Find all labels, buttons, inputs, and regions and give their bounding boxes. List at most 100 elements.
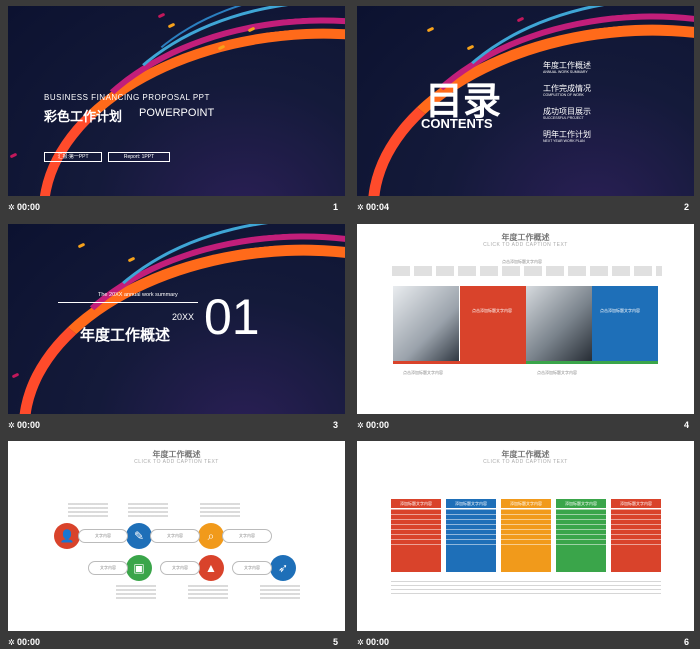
- slide-thumbnail-4[interactable]: 年度工作概述 CLICK TO ADD CAPTION TEXT 点击添加标题文…: [357, 224, 694, 414]
- toc-title-en: CONTENTS: [421, 116, 493, 131]
- column-orange: 添加标题文字内容: [501, 499, 551, 572]
- cone-icon: ▲: [198, 555, 224, 581]
- title-en2: POWERPOINT: [139, 107, 215, 119]
- step-pill: 文字内容: [232, 561, 272, 575]
- slide-number: 2: [683, 202, 689, 212]
- slide-meta-6: ✲ 00:00 6: [357, 636, 689, 649]
- column-body: [611, 509, 661, 549]
- column-head: 添加标题文字内容: [501, 499, 551, 509]
- slide-number: 5: [332, 637, 338, 647]
- bag-icon: ▣: [126, 555, 152, 581]
- slide-meta-5: ✲ 00:00 5: [8, 636, 338, 649]
- star-icon: ✲: [357, 421, 364, 430]
- reporter-button[interactable]: 汇报:第一PPT: [44, 152, 102, 162]
- column-body: [501, 509, 551, 549]
- step-pill: 文字内容: [150, 529, 200, 543]
- photo-left: [393, 286, 459, 362]
- slide-time: 00:00: [17, 637, 41, 647]
- slide-thumbnail-3[interactable]: The 20XX annual work summary 20XX 年度工作概述…: [8, 224, 345, 414]
- decorative-dot: [167, 22, 176, 29]
- decorative-dot: [516, 16, 525, 23]
- divider-line: [58, 302, 198, 303]
- slide-time: 00:00: [366, 637, 390, 647]
- box-blue: 点击添加标题文字内容: [592, 286, 658, 362]
- slide-subtitle: CLICK TO ADD CAPTION TEXT: [483, 242, 568, 248]
- slide-meta-2: ✲ 00:04 2: [357, 201, 689, 215]
- filler-text: [116, 585, 156, 599]
- slide-meta-1: ✲ 00:00 1: [8, 201, 338, 215]
- column-head: 添加标题文字内容: [446, 499, 496, 509]
- star-icon: ✲: [8, 421, 15, 430]
- slide-number: 1: [332, 202, 338, 212]
- column-head: 添加标题文字内容: [556, 499, 606, 509]
- filler-text: [68, 503, 108, 517]
- slide-thumbnail-5[interactable]: 年度工作概述 CLICK TO ADD CAPTION TEXT 👤 ✎ ⌕ ▣…: [8, 441, 345, 631]
- decorative-dot: [11, 372, 20, 379]
- decorative-dot: [127, 256, 136, 263]
- filler-text: [391, 581, 661, 595]
- column-body: [446, 509, 496, 549]
- column-head: 添加标题文字内容: [391, 499, 441, 509]
- bar-green: [526, 361, 658, 364]
- box-red: 点击添加标题文字内容: [460, 286, 526, 362]
- filler-text: [128, 503, 168, 517]
- search-icon: ⌕: [198, 523, 224, 549]
- slide-thumbnail-2[interactable]: 目录 CONTENTS 年度工作概述 ANNUAL WORK SUMMARY 工…: [357, 6, 694, 196]
- decorative-dot: [426, 26, 435, 33]
- slide-time: 00:00: [17, 420, 41, 430]
- decorative-dot: [9, 152, 18, 159]
- toc-item-2-en: COMPLETION OF WORK: [543, 93, 584, 97]
- bar-red: [393, 361, 526, 364]
- toc-item-1-en: ANNUAL WORK SUMMARY: [543, 70, 588, 74]
- slide-number: 6: [683, 637, 689, 647]
- toc-item-4-en: NEXT YEAR WORK PLAN: [543, 139, 585, 143]
- caption-left: 点击添加标题文字内容: [403, 370, 443, 375]
- step-pill: 文字内容: [88, 561, 128, 575]
- star-icon: ✲: [357, 638, 364, 647]
- slide-time: 00:00: [366, 420, 390, 430]
- column-body: [391, 509, 441, 549]
- slide-subtitle: CLICK TO ADD CAPTION TEXT: [134, 459, 219, 465]
- filler-text: [392, 266, 662, 276]
- filler-text: [200, 503, 240, 517]
- slide-thumbnail-1[interactable]: BUSINESS FINANCING PROPOSAL PPT 彩色工作计划 P…: [8, 6, 345, 196]
- box-blue-label: 点击添加标题文字内容: [600, 308, 640, 313]
- slide-number: 4: [683, 420, 689, 430]
- toc-item-3-en: SUCCESSFUL PROJECT: [543, 116, 584, 120]
- column-green: 添加标题文字内容: [556, 499, 606, 572]
- title-cn: 彩色工作计划: [44, 109, 123, 124]
- filler-text: [188, 585, 228, 599]
- slide-time: 00:04: [366, 202, 390, 212]
- decorative-dot: [157, 12, 166, 19]
- column-head: 添加标题文字内容: [611, 499, 661, 509]
- user-icon: 👤: [54, 523, 80, 549]
- column-body: [556, 509, 606, 549]
- decorative-dot: [77, 242, 86, 249]
- section-year: 20XX: [172, 312, 195, 322]
- step-pill: 文字内容: [160, 561, 200, 575]
- pen-icon: ✎: [126, 523, 152, 549]
- caption-right: 点击添加标题文字内容: [537, 370, 577, 375]
- slide-meta-4: ✲ 00:00 4: [357, 419, 689, 433]
- section-number: 01: [204, 289, 260, 345]
- section-subtitle: The 20XX annual work summary: [98, 292, 178, 298]
- slide-thumbnail-6[interactable]: 年度工作概述 CLICK TO ADD CAPTION TEXT 添加标题文字内…: [357, 441, 694, 631]
- title-en: BUSINESS FINANCING PROPOSAL PPT: [44, 93, 210, 102]
- decorative-dot: [466, 44, 475, 51]
- caption: 点击添加标题文字内容: [502, 259, 542, 264]
- star-icon: ✲: [8, 638, 15, 647]
- column-red-2: 添加标题文字内容: [611, 499, 661, 572]
- slide-time: 00:00: [17, 202, 41, 212]
- slide-subtitle: CLICK TO ADD CAPTION TEXT: [483, 459, 568, 465]
- slide-number: 3: [332, 420, 338, 430]
- filler-text: [260, 585, 300, 599]
- step-pill: 文字内容: [78, 529, 128, 543]
- column-blue: 添加标题文字内容: [446, 499, 496, 572]
- step-pill: 文字内容: [222, 529, 272, 543]
- rocket-icon: ➶: [270, 555, 296, 581]
- star-icon: ✲: [357, 203, 364, 212]
- report-button[interactable]: Report: 1PPT: [108, 152, 170, 162]
- box-red-label: 点击添加标题文字内容: [472, 308, 512, 313]
- slide-meta-3: ✲ 00:00 3: [8, 419, 338, 433]
- column-red: 添加标题文字内容: [391, 499, 441, 572]
